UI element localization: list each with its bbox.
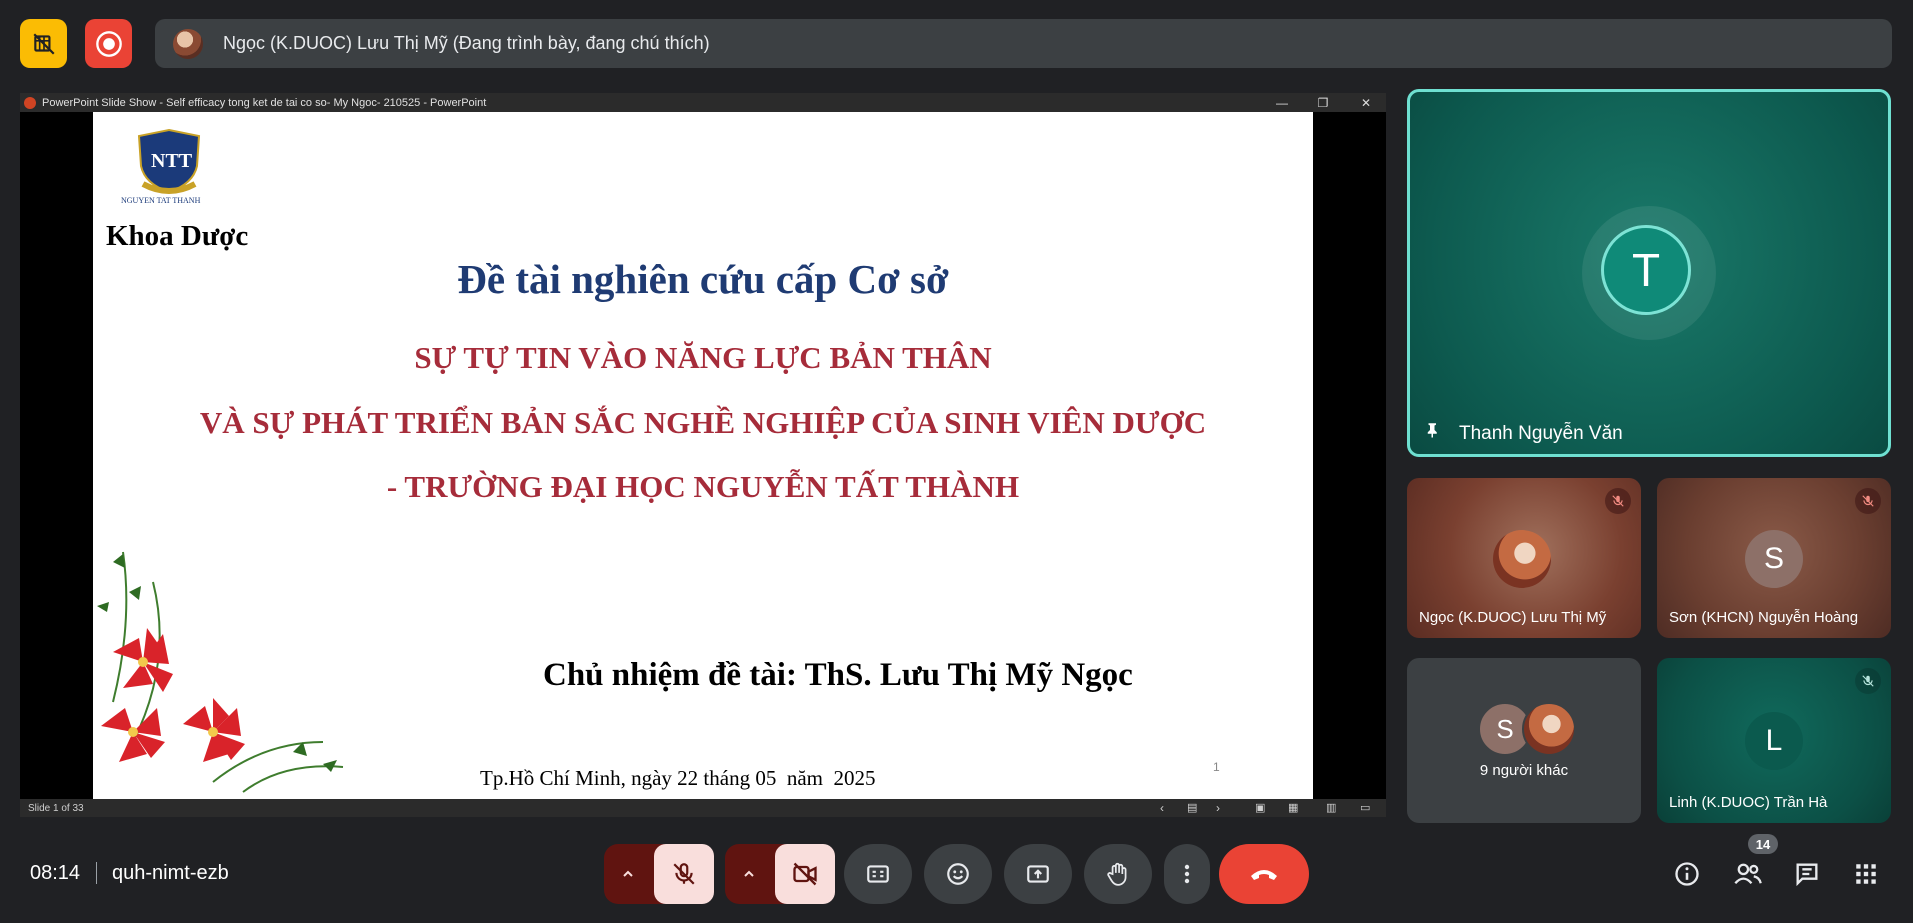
recording-button[interactable] — [85, 19, 132, 68]
hand-icon — [1107, 862, 1127, 886]
chat-button[interactable] — [1789, 856, 1825, 892]
faculty-label: Khoa Dược — [106, 220, 249, 252]
logo-caption: NGUYEN TAT THANH — [121, 196, 201, 205]
slide-lead: Chủ nhiệm đề tài: ThS. Lưu Thị Mỹ Ngọc — [543, 657, 1133, 693]
participant-name: Linh (K.DUOC) Trần Hà — [1669, 794, 1828, 811]
participant-tile[interactable]: L Linh (K.DUOC) Trần Hà — [1657, 658, 1891, 823]
video-off-icon — [793, 862, 817, 886]
avatar: L — [1745, 712, 1803, 770]
participant-name: Sơn (KHCN) Nguyễn Hoàng — [1669, 609, 1859, 626]
more-options-button[interactable] — [1164, 844, 1210, 904]
powerpoint-icon — [24, 96, 36, 109]
video-off-icon — [32, 32, 55, 55]
microphone-button[interactable] — [654, 844, 714, 904]
hide-self-view-button[interactable] — [20, 19, 67, 68]
prev-slide-icon: ‹ — [1160, 801, 1164, 815]
normal-view-icon: ▣ — [1255, 802, 1266, 814]
meeting-time: 08:14 — [30, 862, 81, 884]
mic-group — [604, 844, 714, 904]
slide-title-line3: - TRƯỜNG ĐẠI HỌC NGUYỄN TẤT THÀNH — [386, 469, 1020, 504]
slide-title-line1: SỰ TỰ TIN VÀO NĂNG LỰC BẢN THÂN — [414, 340, 992, 375]
ppt-window-title: PowerPoint Slide Show - Self efficacy to… — [42, 96, 487, 109]
more-vert-icon — [1184, 864, 1190, 884]
avatar — [1493, 530, 1551, 588]
camera-group — [725, 844, 835, 904]
chevron-up-icon — [744, 870, 754, 877]
activities-button[interactable] — [1848, 856, 1884, 892]
reactions-button[interactable] — [924, 844, 992, 904]
mic-off-icon — [1855, 488, 1881, 514]
reading-view-icon: ▥ — [1326, 802, 1337, 814]
poinsettia-decoration — [97, 551, 344, 793]
ppt-statusbar: Slide 1 of 33 ‹ ▤ › ▣ ▦ ▥ ▭ — [20, 799, 1386, 817]
mic-off-icon — [1855, 668, 1881, 694]
raise-hand-button[interactable] — [1084, 844, 1152, 904]
slide-page-number: 1 — [1213, 760, 1220, 774]
minimize-icon: — — [1276, 95, 1288, 110]
audio-options-button[interactable] — [604, 844, 652, 904]
record-icon — [95, 30, 122, 57]
others-count-label: 9 người khác — [1479, 762, 1569, 779]
mic-off-icon — [673, 863, 695, 885]
avatar: S — [1745, 530, 1803, 588]
participant-tile[interactable]: Ngọc (K.DUOC) Lưu Thị Mỹ — [1407, 478, 1641, 638]
closed-captions-icon — [867, 865, 889, 883]
logo-text: NTT — [151, 150, 193, 172]
sorter-view-icon: ▦ — [1288, 802, 1299, 814]
slideshow-view-icon: ▭ — [1360, 802, 1371, 814]
slide-counter: Slide 1 of 33 — [28, 802, 84, 814]
chevron-up-icon — [623, 870, 633, 877]
emoji-icon — [947, 863, 969, 885]
restore-icon: ❐ — [1317, 95, 1329, 110]
chat-icon — [1796, 863, 1818, 887]
avatar — [173, 28, 203, 59]
participant-count-badge: 14 — [1748, 834, 1778, 854]
participant-name: Thanh Nguyễn Văn — [1459, 423, 1623, 444]
info-icon — [1675, 862, 1699, 886]
participant-name: Ngọc (K.DUOC) Lưu Thị Mỹ — [1419, 609, 1607, 626]
avatar — [1522, 702, 1576, 756]
ppt-titlebar: PowerPoint Slide Show - Self efficacy to… — [20, 93, 1386, 112]
camera-button[interactable] — [775, 844, 835, 904]
shared-screen: PowerPoint Slide Show - Self efficacy to… — [20, 93, 1386, 817]
pin-icon — [1427, 423, 1437, 438]
university-logo: NTT NGUYEN TAT THANH — [121, 126, 215, 212]
slide-place-date: Tp.Hồ Chí Minh, ngày 22 tháng 05 năm 202… — [480, 766, 876, 790]
slide-menu-icon: ▤ — [1187, 802, 1198, 814]
divider — [96, 862, 97, 884]
participant-tile[interactable]: S Sơn (KHCN) Nguyễn Hoàng — [1657, 478, 1891, 638]
people-icon — [1734, 863, 1762, 885]
slide-title-line2: VÀ SỰ PHÁT TRIỂN BẢN SẮC NGHỀ NGHIỆP CỦA… — [199, 405, 1207, 440]
leave-call-button[interactable] — [1219, 844, 1309, 904]
present-button[interactable] — [1004, 844, 1072, 904]
hang-up-icon — [1251, 870, 1277, 880]
others-tile[interactable]: S 9 người khác — [1407, 658, 1641, 823]
apps-grid-icon — [1856, 864, 1876, 884]
presenter-banner: Ngọc (K.DUOC) Lưu Thị Mỹ (Đang trình bày… — [155, 19, 1892, 68]
slide-heading: Đề tài nghiên cứu cấp Cơ sở — [457, 256, 949, 302]
mic-off-icon — [1605, 488, 1631, 514]
present-screen-icon — [1027, 865, 1049, 883]
presenter-label: Ngọc (K.DUOC) Lưu Thị Mỹ (Đang trình bày… — [223, 33, 710, 53]
slide: NTT NGUYEN TAT THANH Khoa Dược Đề tài ng… — [93, 112, 1313, 799]
meeting-code: quh-nimt-ezb — [112, 862, 229, 884]
meeting-details-button[interactable] — [1669, 856, 1705, 892]
captions-button[interactable] — [844, 844, 912, 904]
people-button[interactable] — [1730, 856, 1766, 892]
next-slide-icon: › — [1216, 801, 1220, 815]
close-icon: ✕ — [1360, 95, 1372, 110]
pinned-participant-tile[interactable]: T Thanh Nguyễn Văn — [1407, 89, 1891, 457]
avatar: T — [1601, 225, 1691, 315]
video-options-button[interactable] — [725, 844, 773, 904]
